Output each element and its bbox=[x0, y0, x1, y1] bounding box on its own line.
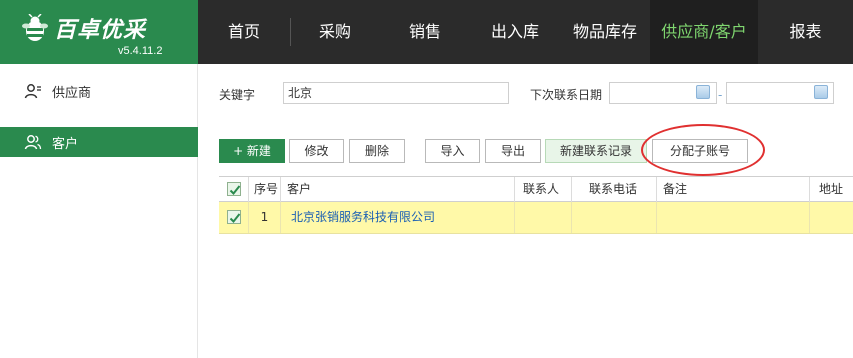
nav-sales[interactable]: 销售 bbox=[380, 0, 470, 64]
nav-stock-in-out[interactable]: 出入库 bbox=[470, 0, 560, 64]
cell-contact bbox=[515, 202, 572, 233]
col-header-note[interactable]: 备注 bbox=[657, 177, 810, 202]
main-nav: 首页 采购 销售 出入库 物品库存 供应商/客户 报表 bbox=[198, 0, 853, 64]
col-header-phone[interactable]: 联系电话 bbox=[572, 177, 657, 202]
date-range-separator: - bbox=[718, 88, 723, 102]
sidebar-item-suppliers[interactable]: 供应商 bbox=[0, 76, 198, 106]
bee-logo-icon bbox=[22, 14, 48, 41]
row-select-cell bbox=[219, 202, 249, 233]
col-header-index[interactable]: 序号 bbox=[249, 177, 281, 202]
top-bar: 百卓优采 v5.4.11.2 首页 采购 销售 出入库 物品库存 供应商/客户 … bbox=[0, 0, 853, 64]
users-icon bbox=[24, 135, 42, 150]
nav-reports[interactable]: 报表 bbox=[758, 0, 853, 64]
calendar-icon[interactable] bbox=[814, 85, 828, 99]
select-all-cell bbox=[219, 177, 249, 202]
keyword-input[interactable]: 北京 bbox=[283, 82, 509, 104]
sidebar-item-customers[interactable]: 客户 bbox=[0, 127, 198, 157]
logo: 百卓优采 v5.4.11.2 bbox=[0, 0, 198, 64]
new-button[interactable]: + 新建 bbox=[219, 139, 285, 163]
nav-inventory[interactable]: 物品库存 bbox=[560, 0, 650, 64]
calendar-icon[interactable] bbox=[696, 85, 710, 99]
next-contact-date-label: 下次联系日期 bbox=[530, 88, 603, 102]
edit-button[interactable]: 修改 bbox=[289, 139, 344, 163]
cell-phone bbox=[572, 202, 657, 233]
col-header-contact[interactable]: 联系人 bbox=[515, 177, 572, 202]
sidebar-item-label: 客户 bbox=[52, 136, 79, 152]
col-header-customer[interactable]: 客户 bbox=[281, 177, 515, 202]
export-button[interactable]: 导出 bbox=[485, 139, 541, 163]
select-all-checkbox[interactable] bbox=[227, 182, 241, 196]
user-icon bbox=[24, 84, 41, 99]
cell-index: 1 bbox=[249, 202, 281, 233]
sidebar: 供应商 客户 bbox=[0, 64, 198, 358]
sidebar-item-label: 供应商 bbox=[52, 85, 92, 101]
table-row[interactable]: 1 北京张销服务科技有限公司 bbox=[219, 202, 853, 234]
nav-home[interactable]: 首页 bbox=[198, 0, 290, 64]
row-checkbox[interactable] bbox=[227, 210, 241, 224]
cell-customer: 北京张销服务科技有限公司 bbox=[281, 202, 515, 233]
nav-purchase[interactable]: 采购 bbox=[290, 0, 380, 64]
check-icon bbox=[229, 213, 241, 223]
cell-address bbox=[810, 202, 853, 233]
brand-name: 百卓优采 bbox=[54, 18, 147, 43]
nav-suppliers-customers[interactable]: 供应商/客户 bbox=[650, 0, 758, 64]
delete-button[interactable]: 删除 bbox=[349, 139, 405, 163]
cell-note bbox=[657, 202, 810, 233]
app-version: v5.4.11.2 bbox=[118, 45, 163, 57]
check-icon bbox=[229, 185, 241, 195]
keyword-label: 关键字 bbox=[219, 88, 256, 102]
col-header-address[interactable]: 地址 bbox=[810, 177, 853, 202]
nav-divider bbox=[290, 18, 291, 46]
new-contact-record-button[interactable]: 新建联系记录 bbox=[545, 139, 647, 163]
customer-link[interactable]: 北京张销服务科技有限公司 bbox=[291, 210, 435, 224]
import-button[interactable]: 导入 bbox=[425, 139, 480, 163]
table-header: 序号 客户 联系人 联系电话 备注 地址 bbox=[219, 176, 853, 202]
assign-sub-account-button[interactable]: 分配子账号 bbox=[652, 139, 748, 163]
